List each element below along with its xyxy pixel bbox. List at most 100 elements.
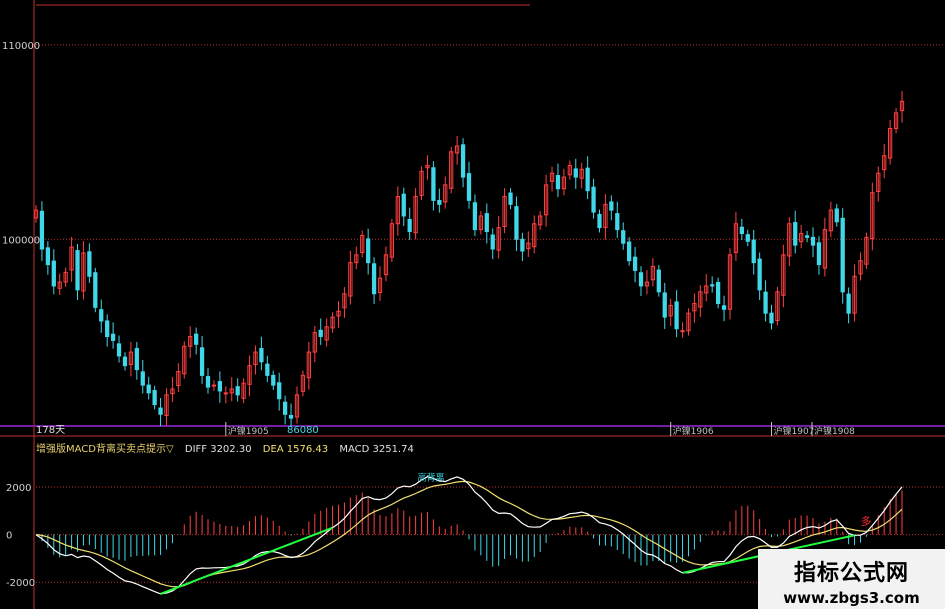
- candle-body: [662, 292, 667, 318]
- candle-body: [751, 239, 756, 264]
- macd-tick-label: 2000: [6, 483, 31, 494]
- candle-body: [591, 186, 596, 213]
- candle-body: [460, 144, 466, 178]
- candle-body: [75, 250, 80, 291]
- candle-body: [621, 230, 626, 244]
- candle-body: [271, 374, 276, 386]
- candle-body: [140, 371, 145, 386]
- candle-body: [484, 213, 489, 233]
- price-tick-label: 110000: [2, 41, 40, 52]
- candle-body: [804, 235, 810, 238]
- macd-peak-annotation: 高背离: [417, 472, 444, 484]
- candle-body: [152, 390, 157, 406]
- candle-body: [721, 305, 727, 310]
- candle-body: [194, 333, 199, 345]
- candle-body: [710, 284, 715, 287]
- candle-body: [87, 251, 92, 277]
- month-label: 沪镍1908: [814, 425, 855, 437]
- candle-body: [223, 392, 228, 395]
- watermark-url: www.zbgs3.com: [783, 589, 920, 607]
- candle-body: [674, 301, 679, 330]
- candle-body: [282, 401, 288, 415]
- candle-body: [793, 222, 798, 246]
- candle-body: [680, 330, 685, 333]
- candle-body: [134, 348, 139, 371]
- candle-body: [555, 175, 561, 190]
- candle-body: [472, 202, 478, 231]
- macd-tick-label: 0: [6, 531, 12, 542]
- candle-body: [656, 269, 661, 293]
- candle-body: [769, 312, 774, 324]
- label-layer: 110000 100000 2000 0 -2000 178天 86080 沪镍1905 沪镍1…: [2, 41, 871, 589]
- candle-body: [205, 376, 211, 388]
- candle-body: [277, 382, 282, 400]
- candle-body: [816, 242, 822, 266]
- candle-body: [318, 329, 323, 338]
- candle-body: [466, 173, 472, 201]
- candle-body: [573, 168, 578, 178]
- candle-body: [217, 381, 223, 392]
- divergence-trendline: [160, 526, 333, 595]
- candle-body: [810, 236, 816, 246]
- watermark-title: 指标公式网: [793, 561, 909, 586]
- candle-body: [99, 309, 104, 322]
- period-label: 178天: [36, 425, 65, 436]
- low-price-marker: 86080: [287, 425, 319, 436]
- candle-body: [834, 208, 839, 223]
- candle-body: [609, 201, 614, 211]
- indicator-dropdown-icon[interactable]: ▽: [166, 444, 174, 455]
- macd-indicator-header: 增强版MACD背离买卖点提示▽ DIFF 3202.30 DEA 1576.43…: [36, 440, 414, 455]
- candle-body: [110, 333, 116, 341]
- buy-signal-label: 多: [860, 514, 871, 528]
- candle-body: [514, 206, 519, 240]
- candle-body: [585, 167, 590, 192]
- candle-body: [105, 320, 110, 338]
- candle-body: [745, 234, 750, 242]
- candle-body: [401, 193, 406, 217]
- candle-body: [93, 272, 98, 308]
- dea-value: DEA 1576.43: [262, 444, 329, 455]
- month-label: 沪镍1907: [774, 425, 815, 437]
- candle-body: [431, 167, 436, 201]
- candle-body: [366, 238, 371, 264]
- candle-body: [51, 260, 56, 287]
- candle-body: [763, 291, 768, 314]
- candle-body: [265, 363, 270, 376]
- candle-layer: [33, 91, 905, 427]
- month-label: 沪镍1905: [228, 425, 269, 437]
- candle-body: [597, 213, 602, 229]
- chart-svg: 110000 100000 2000 0 -2000 178天 86080 沪镍1905 沪镍1…: [0, 0, 945, 609]
- candle-body: [840, 217, 845, 293]
- indicator-name[interactable]: 增强版MACD背离买卖点提示: [36, 444, 166, 455]
- grid-layer: [0, 0, 945, 609]
- candle-body: [235, 386, 240, 396]
- candle-body: [199, 347, 205, 376]
- candle-body: [508, 192, 513, 205]
- candle-body: [45, 247, 50, 266]
- candle-body: [158, 407, 163, 415]
- candle-body: [490, 234, 495, 250]
- candle-body: [739, 226, 744, 234]
- candle-body: [39, 210, 45, 250]
- candle-body: [520, 238, 525, 252]
- candle-body: [638, 272, 644, 287]
- candle-body: [757, 258, 762, 291]
- candle-body: [407, 218, 412, 233]
- price-tick-label: 100000: [2, 235, 40, 246]
- macd-tick-label: -2000: [6, 578, 35, 589]
- candle-body: [371, 263, 377, 295]
- diff-value: DIFF 3202.30: [184, 444, 252, 455]
- candle-body: [146, 384, 151, 394]
- candle-body: [122, 356, 128, 367]
- candle-body: [259, 348, 264, 363]
- site-watermark: 指标公式网 www.zbgs3.com: [758, 549, 945, 609]
- candle-body: [116, 343, 122, 357]
- candle-body: [437, 199, 442, 205]
- candle-body: [615, 213, 620, 231]
- candle-body: [627, 241, 632, 262]
- month-label: 沪镍1906: [673, 425, 714, 437]
- candle-body: [211, 384, 217, 387]
- candle-body: [846, 293, 851, 314]
- candle-body: [715, 281, 721, 304]
- candle-body: [632, 256, 638, 271]
